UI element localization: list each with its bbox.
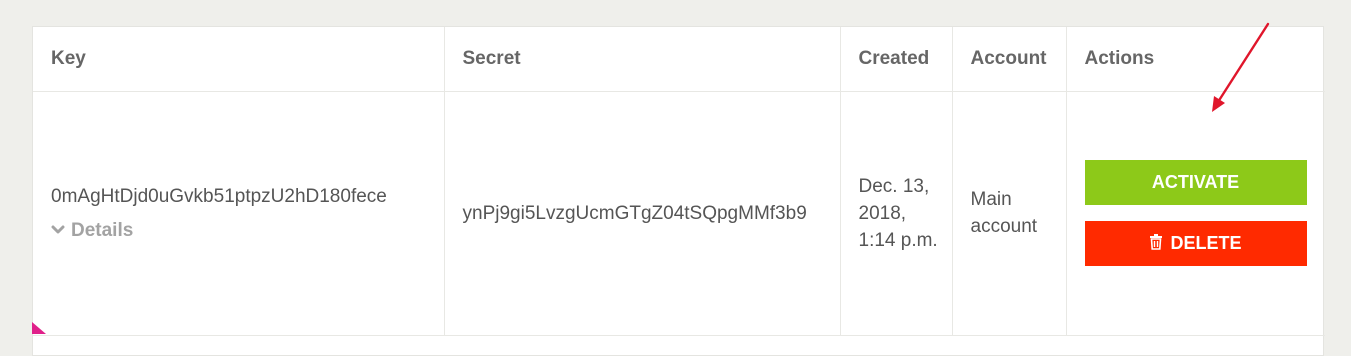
key-cell: 0mAgHtDjd0uGvkb51ptpzU2hD180fece Details (33, 91, 445, 336)
activate-button-label: ACTIVATE (1151, 172, 1240, 192)
actions-cell: ACTIVATE DELETE (1066, 91, 1325, 336)
created-cell: Dec. 13, 2018, 1:14 p.m. (840, 91, 953, 336)
activate-button[interactable]: ACTIVATE (1084, 160, 1307, 205)
secret-cell: ynPj9gi5LvzgUcmGTgZ04tSQpgMMf3b9 (444, 91, 841, 336)
details-label: Details (71, 219, 134, 241)
table-header-row: Key Secret Created Account Actions (33, 27, 1325, 92)
details-toggle[interactable]: Details (51, 217, 133, 244)
column-header-key: Key (33, 27, 445, 92)
column-header-secret: Secret (444, 27, 841, 92)
created-date: Dec. 13, 2018, 1:14 p.m. (858, 175, 938, 251)
column-header-created: Created (840, 27, 953, 92)
api-keys-table: Key Secret Created Account Actions 0mAgH… (33, 27, 1325, 336)
column-header-account: Account (952, 27, 1067, 92)
column-header-actions: Actions (1066, 27, 1325, 92)
delete-button[interactable]: DELETE (1084, 221, 1307, 266)
api-keys-panel: Key Secret Created Account Actions 0mAgH… (32, 26, 1325, 356)
account-name: Main account (970, 189, 1038, 237)
delete-button-label: DELETE (1170, 233, 1242, 253)
chevron-down-icon (51, 225, 65, 235)
trash-icon (1149, 233, 1163, 255)
corner-marker (32, 322, 46, 334)
api-secret-value: ynPj9gi5LvzgUcmGTgZ04tSQpgMMf3b9 (462, 202, 807, 224)
table-row: 0mAgHtDjd0uGvkb51ptpzU2hD180fece Details… (33, 91, 1325, 336)
api-key-value: 0mAgHtDjd0uGvkb51ptpzU2hD180fece (51, 185, 387, 207)
account-cell: Main account (952, 91, 1067, 336)
